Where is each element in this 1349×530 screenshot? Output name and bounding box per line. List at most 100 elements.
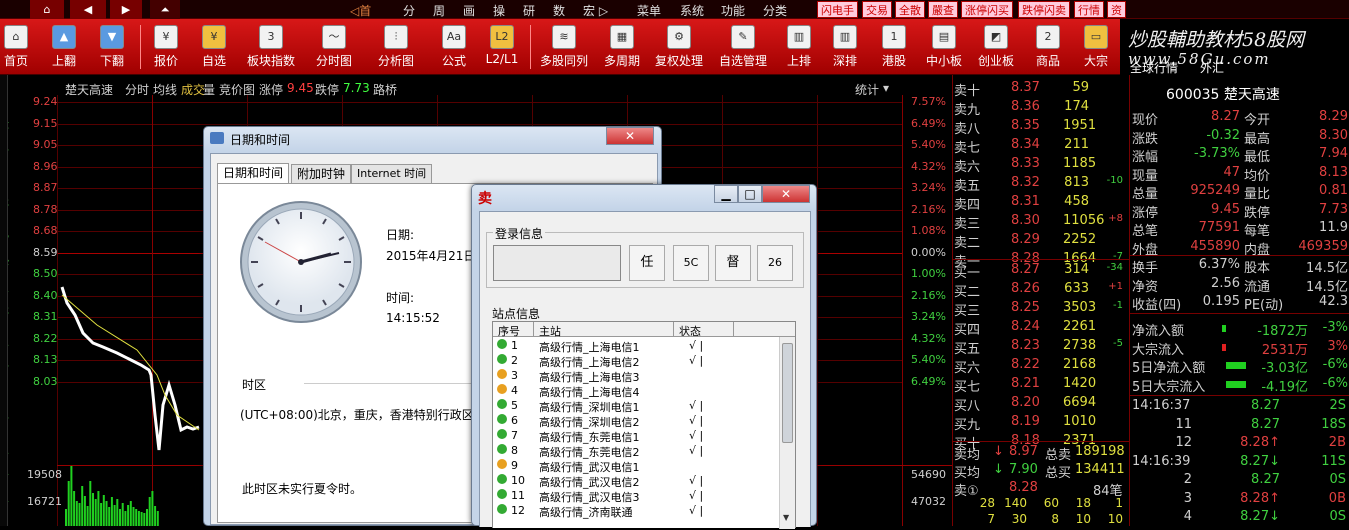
menu-category[interactable]: 分类 [763,2,787,19]
order-book-row[interactable]: 卖七 8.34 211 [953,136,1129,156]
tab-internet-time[interactable]: Internet 时间 [351,164,433,184]
order-book-row[interactable]: 买一 8.27 314 -34 [953,261,1129,281]
site-row[interactable]: 4 高级行情_上海电信4 [493,383,775,399]
page-up-button[interactable]: ▲ 上翻 [44,19,84,75]
close-button[interactable]: ✕ [606,127,654,145]
menu-system[interactable]: 系统 [680,2,704,19]
tag-flash-hand[interactable]: 闪电手 [817,1,858,18]
multi-stock-button[interactable]: ≋ 多股同列 [536,19,592,75]
quote-button[interactable]: ¥ 报价 [146,19,186,75]
forward-nav-button[interactable]: ▶ [110,0,142,19]
login-button-26[interactable]: 26 [757,245,793,281]
maximize-button[interactable]: □ [738,185,762,203]
login-button-du[interactable]: 督 [715,245,751,281]
order-book-row[interactable]: 买五 8.23 2738 -5 [953,337,1129,357]
gem-board-button[interactable]: ◩ 创业板 [974,19,1018,75]
hk-stocks-button[interactable]: 1 港股 [876,19,912,75]
connected-status-icon [497,339,507,349]
site-row[interactable]: 11 高级行情_武汉电信3 √ | [493,488,775,504]
adjust-button[interactable]: ⚙ 复权处理 [652,19,706,75]
tab-extra-clock[interactable]: 附加时钟 [291,164,352,184]
menu-macro[interactable]: 宏 ▷ [583,2,608,19]
watchlist-manage-button[interactable]: ✎ 自选管理 [716,19,770,75]
forex-link[interactable]: 外汇 [1200,59,1224,76]
order-book-row[interactable]: 卖六 8.33 1185 [953,155,1129,175]
menu-home[interactable]: ◁首 [350,2,371,19]
menu-week[interactable]: 周 [433,2,445,19]
order-book-row[interactable]: 买八 8.20 6694 [953,394,1129,414]
arrow-down-icon: ▼ [100,25,124,49]
site-row[interactable]: 2 高级行情_上海电信2 √ | [493,353,775,369]
scrollbar-thumb[interactable] [782,343,793,443]
back-nav-button[interactable]: ◀ [70,0,106,19]
menu-cao[interactable]: 操 [493,2,505,19]
minimize-button[interactable]: ▁ [714,185,738,203]
menu-fen[interactable]: 分 [403,2,415,19]
tag-zi[interactable]: 资 [1107,1,1126,18]
multi-period-button[interactable]: ▦ 多周期 [600,19,644,75]
tag-quotes[interactable]: 行情 [1074,1,1104,18]
site-list-scrollbar[interactable]: ▼ [779,337,795,529]
block-trade-button[interactable]: ▭ 大宗 [1076,19,1116,75]
order-book-row[interactable]: 卖四 8.31 458 [953,193,1129,213]
order-book-row[interactable]: 买九 8.19 1010 [953,413,1129,433]
site-row[interactable]: 5 高级行情_深圳电信1 √ | [493,398,775,414]
menu-main[interactable]: 菜单 [637,2,661,19]
tab-datetime[interactable]: 日期和时间 [217,163,290,183]
order-book-row[interactable]: 卖五 8.32 813 -10 [953,174,1129,194]
order-book-row[interactable]: 买六 8.22 2168 [953,356,1129,376]
shenzhen-rank-button[interactable]: ▥ 深排 [828,19,862,75]
tag-limit-up-buy[interactable]: 涨停闪买 [961,1,1013,18]
tag-limit-down-sell[interactable]: 跌停闪卖 [1018,1,1070,18]
home-nav-button[interactable]: ⌂ [30,0,64,19]
col-site[interactable]: 主站 [539,323,561,339]
order-book-row[interactable]: 买二 8.26 633 +1 [953,280,1129,300]
site-list[interactable]: 序号 主站 状态 1 高级行情_上海电信1 √ | 2 高级行情_上海电信2 √ | 3 高级… [492,321,796,529]
order-book-row[interactable]: 卖三 8.30 11056 +8 [953,212,1129,232]
site-row[interactable]: 12 高级行情_济南联通 √ | [493,503,775,519]
analysis-button[interactable]: ⫶ 分析图 [372,19,420,75]
sector-index-button[interactable]: 3 板块指数 [242,19,300,75]
page-down-button[interactable]: ▼ 下翻 [92,19,132,75]
shanghai-rank-button[interactable]: ▥ 上排 [782,19,816,75]
sme-board-button[interactable]: ▤ 中小板 [922,19,966,75]
order-book-row[interactable]: 卖八 8.35 1951 [953,117,1129,137]
level2-button[interactable]: L2 L2/L1 [482,19,522,75]
site-row[interactable]: 7 高级行情_东莞电信1 √ | [493,428,775,444]
site-row[interactable]: 8 高级行情_东莞电信2 √ | [493,443,775,459]
tag-trade[interactable]: 交易 [862,1,892,18]
site-row[interactable]: 1 高级行情_上海电信1 √ | [493,338,775,354]
global-quotes-link[interactable]: 全球行情 [1130,59,1178,76]
order-book-row[interactable]: 卖十 8.37 59 [953,79,1129,99]
login-status-field[interactable] [493,245,621,281]
scroll-down-icon[interactable]: ▼ [783,513,789,522]
order-book-row[interactable]: 卖九 8.36 174 [953,98,1129,118]
col-status[interactable]: 状态 [679,323,701,339]
intraday-button[interactable]: 〜分时图 [310,19,358,75]
order-book-row[interactable]: 卖二 8.29 2252 [953,231,1129,251]
login-dialog[interactable]: 卖 ▁ □ ✕ 登录信息 任 5C 督 26 站点信息 序号 主站 状态 1 高级… [471,184,817,529]
order-book-row[interactable]: 买七 8.21 1420 [953,375,1129,395]
menu-function[interactable]: 功能 [721,2,745,19]
close-button[interactable]: ✕ [762,185,810,203]
col-index[interactable]: 序号 [498,323,520,339]
menu-draw[interactable]: 画 [463,2,475,19]
login-button-5c[interactable]: 5C [673,245,709,281]
order-book-row[interactable]: 买三 8.25 3503 -1 [953,299,1129,319]
tag-all[interactable]: 全散 [895,1,925,18]
site-row[interactable]: 9 高级行情_武汉电信1 [493,458,775,474]
site-row[interactable]: 10 高级行情_武汉电信2 √ | [493,473,775,489]
collapse-icon[interactable]: ⏶ [150,0,180,19]
watchlist-button[interactable]: ¥ 自选 [194,19,234,75]
commodity-button[interactable]: 2 商品 [1028,19,1068,75]
login-button-ren[interactable]: 任 [629,245,665,281]
order-book-row[interactable]: 买四 8.24 2261 [953,318,1129,338]
tag-check[interactable]: 嚴查 [928,1,958,18]
menu-data[interactable]: 数 [553,2,565,19]
site-row[interactable]: 6 高级行情_深圳电信2 √ | [493,413,775,429]
formula-button[interactable]: Aa 公式 [434,19,474,75]
connected-status-icon [497,354,507,364]
site-row[interactable]: 3 高级行情_上海电信3 [493,368,775,384]
home-button[interactable]: ⌂ 首页 [0,19,32,75]
menu-research[interactable]: 研 [523,2,535,19]
